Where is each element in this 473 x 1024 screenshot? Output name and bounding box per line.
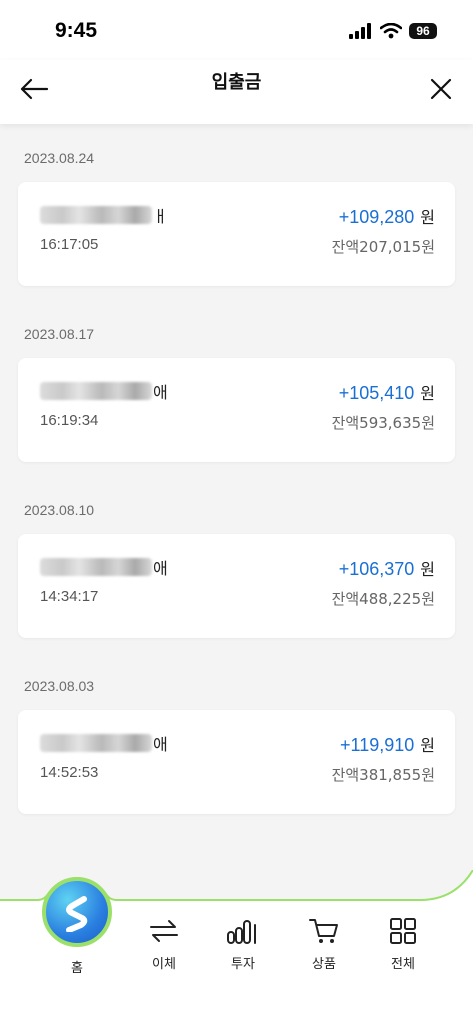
transaction-date: 2023.08.24 <box>24 150 95 166</box>
transaction-name: ㅐ <box>40 204 168 226</box>
tab-label: 상품 <box>312 957 336 972</box>
battery-indicator: 96 <box>409 23 437 39</box>
masked-name <box>40 382 152 400</box>
close-icon <box>430 78 452 100</box>
masked-name <box>40 206 152 224</box>
bottom-tab-bar: 홈 이체 투자 상품 전체 <box>0 870 473 1024</box>
transaction-date: 2023.08.10 <box>24 502 95 518</box>
transaction-date: 2023.08.03 <box>24 678 95 694</box>
name-suffix: 애 <box>153 735 168 754</box>
transaction-card[interactable]: 애 14:52:53 +119,910 원 잔액381,855원 <box>18 710 455 814</box>
transaction-amount: +105,410 원 <box>339 380 435 404</box>
header: 입출금 <box>0 60 473 124</box>
tab-label: 홈 <box>71 961 83 976</box>
name-suffix: 애 <box>153 383 168 402</box>
transaction-balance: 잔액381,855원 <box>331 766 435 784</box>
transaction-name: 애 <box>40 380 168 402</box>
close-button[interactable] <box>425 73 457 105</box>
tab-transfer[interactable]: 이체 <box>134 914 194 972</box>
home-logo-icon <box>66 896 88 932</box>
currency-label: 원 <box>420 560 435 579</box>
page-title: 입출금 <box>211 72 262 93</box>
status-time: 9:45 <box>55 19 98 42</box>
transaction-time: 14:34:17 <box>40 588 99 605</box>
transaction-amount: +109,280 원 <box>339 204 435 228</box>
currency-label: 원 <box>420 384 435 403</box>
transaction-time: 14:52:53 <box>40 764 99 781</box>
transaction-date: 2023.08.17 <box>24 326 95 342</box>
transaction-card[interactable]: ㅐ 16:17:05 +109,280 원 잔액207,015원 <box>18 182 455 286</box>
grid-menu-icon <box>373 914 433 948</box>
transfer-icon <box>134 914 194 948</box>
transaction-card[interactable]: 애 16:19:34 +105,410 원 잔액593,635원 <box>18 358 455 462</box>
amount-value: +109,280 <box>338 207 415 227</box>
currency-label: 원 <box>420 736 435 755</box>
amount-value: +106,370 <box>338 559 415 579</box>
name-suffix: 애 <box>153 559 168 578</box>
tab-label: 이체 <box>152 957 176 972</box>
transaction-balance: 잔액488,225원 <box>331 590 435 608</box>
transaction-name: 애 <box>40 732 168 754</box>
transaction-name: 애 <box>40 556 168 578</box>
tab-home[interactable]: 홈 <box>47 952 107 976</box>
name-suffix: ㅐ <box>153 207 168 226</box>
amount-value: +119,910 <box>340 735 415 755</box>
tab-label: 전체 <box>391 957 415 972</box>
transaction-balance: 잔액207,015원 <box>331 238 435 256</box>
transaction-card[interactable]: 애 14:34:17 +106,370 원 잔액488,225원 <box>18 534 455 638</box>
cart-icon <box>294 914 354 948</box>
tab-products[interactable]: 상품 <box>294 914 354 972</box>
tab-label: 투자 <box>231 957 255 972</box>
signal-icon <box>349 23 371 39</box>
transaction-time: 16:19:34 <box>40 412 99 429</box>
masked-name <box>40 558 152 576</box>
status-icons: 96 <box>349 22 437 40</box>
status-bar: 9:45 96 <box>0 0 473 60</box>
transaction-amount: +106,370 원 <box>339 556 435 580</box>
invest-chart-icon <box>213 914 273 948</box>
amount-value: +105,410 <box>338 383 415 403</box>
wifi-icon <box>380 23 402 39</box>
transaction-amount: +119,910 원 <box>340 732 435 756</box>
transaction-time: 16:17:05 <box>40 236 99 253</box>
home-logo-button[interactable] <box>42 877 112 947</box>
masked-name <box>40 734 152 752</box>
tab-all-menu[interactable]: 전체 <box>373 914 433 972</box>
tab-invest[interactable]: 투자 <box>213 914 273 972</box>
currency-label: 원 <box>420 208 435 227</box>
transaction-balance: 잔액593,635원 <box>331 414 435 432</box>
